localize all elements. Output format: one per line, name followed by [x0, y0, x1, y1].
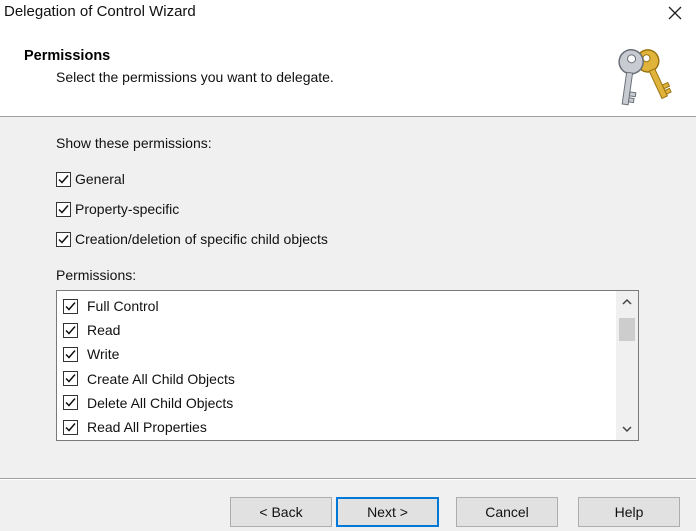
list-item-label: Read All Properties [87, 419, 207, 436]
permissions-listbox[interactable]: Full Control Read Write Create All Child… [56, 290, 639, 441]
permissions-items: Full Control Read Write Create All Child… [63, 294, 235, 440]
page-subtitle: Select the permissions you want to deleg… [56, 69, 334, 85]
show-creation-deletion-checkbox[interactable]: Creation/deletion of specific child obje… [56, 229, 328, 249]
cancel-button[interactable]: Cancel [456, 497, 558, 527]
scroll-up-button[interactable] [616, 291, 638, 313]
checkbox-label: Creation/deletion of specific child obje… [75, 231, 328, 247]
help-button[interactable]: Help [578, 497, 680, 527]
list-item-label: Create All Child Objects [87, 370, 235, 387]
list-item[interactable]: Full Control [63, 294, 235, 318]
scroll-thumb[interactable] [619, 318, 635, 341]
chevron-down-icon [622, 426, 632, 433]
check-icon [65, 398, 76, 407]
list-item-label: Read [87, 322, 121, 339]
list-item-label: Delete All Child Objects [87, 394, 234, 411]
checkbox-label: Property-specific [75, 201, 180, 217]
close-button[interactable] [660, 0, 690, 26]
next-button[interactable]: Next > [336, 497, 439, 527]
list-item[interactable]: Read [63, 318, 235, 342]
show-permissions-label: Show these permissions: [56, 135, 212, 151]
list-item-label: Write [87, 346, 120, 363]
check-icon [65, 422, 76, 432]
permissions-label: Permissions: [56, 267, 137, 283]
list-item[interactable]: Write [63, 342, 235, 366]
page-title: Permissions [24, 48, 111, 64]
check-icon [58, 204, 69, 214]
back-button[interactable]: < Back [230, 497, 332, 527]
wizard-header: Permissions Select the permissions you w… [0, 26, 696, 117]
checkbox-box[interactable] [63, 322, 78, 338]
title-bar: Delegation of Control Wizard [0, 0, 696, 26]
checkbox-box [56, 231, 71, 247]
chevron-up-icon [622, 298, 632, 305]
list-item[interactable]: Delete All Child Objects [63, 391, 235, 415]
list-item[interactable]: Create All Child Objects [63, 367, 235, 391]
check-icon [65, 325, 76, 335]
keys-icon [618, 49, 672, 106]
scroll-down-button[interactable] [616, 418, 638, 440]
checkbox-box[interactable] [63, 419, 78, 435]
checkbox-box[interactable] [63, 346, 78, 362]
checkbox-label: General [75, 171, 125, 187]
checkbox-box [56, 171, 71, 187]
check-icon [65, 349, 76, 359]
list-item-label: Full Control [87, 298, 159, 315]
checkbox-box[interactable] [63, 395, 78, 411]
vertical-scrollbar[interactable] [616, 291, 638, 440]
show-property-specific-checkbox[interactable]: Property-specific [56, 199, 179, 219]
check-icon [65, 301, 76, 311]
close-icon [668, 6, 682, 20]
show-general-checkbox[interactable]: General [56, 169, 125, 189]
window-title: Delegation of Control Wizard [4, 3, 196, 20]
checkbox-box[interactable] [63, 371, 78, 387]
checkbox-box[interactable] [63, 298, 78, 314]
list-item[interactable]: Read All Properties [63, 415, 235, 439]
list-item-partial[interactable] [63, 439, 235, 440]
check-icon [58, 234, 69, 244]
checkbox-box [56, 201, 71, 217]
check-icon [58, 174, 69, 184]
check-icon [65, 374, 76, 383]
footer-separator [0, 478, 696, 480]
